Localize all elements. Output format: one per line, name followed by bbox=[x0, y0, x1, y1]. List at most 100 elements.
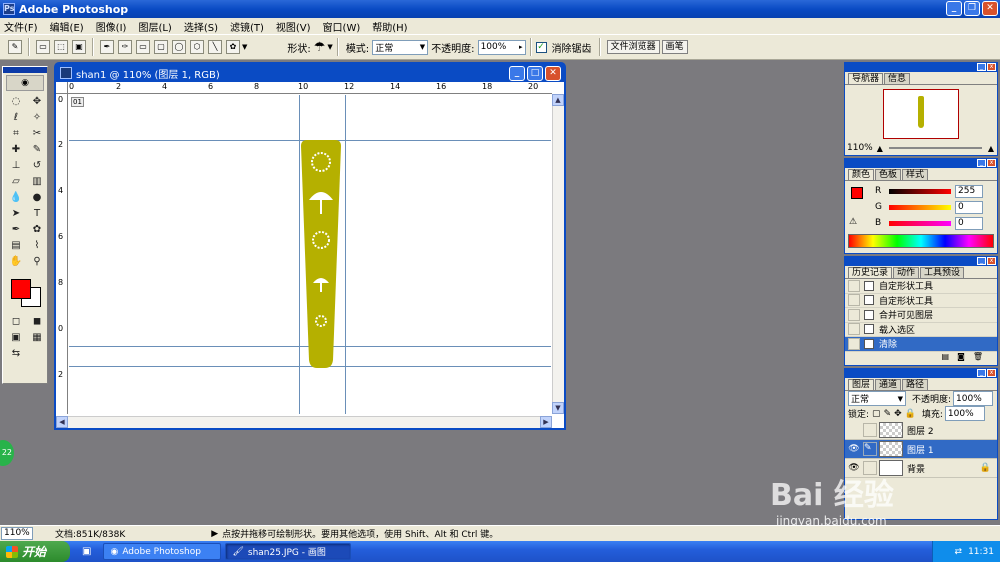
layer-link-toggle[interactable] bbox=[863, 423, 877, 437]
navigator-zoom-slider[interactable] bbox=[888, 147, 982, 149]
tab-styles[interactable]: 样式 bbox=[902, 169, 929, 180]
horizontal-ruler[interactable]: 0 2 4 6 8 10 12 14 16 18 20 bbox=[68, 82, 552, 94]
chevron-down-icon[interactable]: ▼ bbox=[327, 43, 332, 51]
floating-badge-icon[interactable]: 22 bbox=[0, 440, 14, 466]
history-item-selected[interactable]: 清除 bbox=[845, 337, 997, 352]
tray-network-icon[interactable]: ⇄ bbox=[955, 547, 963, 557]
brushes-tab[interactable]: 画笔 bbox=[661, 40, 688, 54]
eraser-tool-icon[interactable]: ▱ bbox=[7, 175, 25, 189]
fill-pixels-icon[interactable]: ▣ bbox=[72, 40, 86, 54]
menu-select[interactable]: 选择(S) bbox=[184, 19, 218, 34]
custom-shape-tool-icon[interactable]: ✿ bbox=[28, 223, 46, 237]
visibility-toggle[interactable] bbox=[847, 423, 861, 437]
adobe-logo-icon[interactable]: ◉ bbox=[6, 75, 44, 91]
tab-swatches[interactable]: 色板 bbox=[875, 169, 902, 180]
marquee-tool-icon[interactable]: ◌ bbox=[7, 95, 25, 109]
r-slider[interactable] bbox=[889, 188, 951, 194]
custom-shape-icon[interactable]: ✿ bbox=[226, 40, 240, 54]
tab-color[interactable]: 颜色 bbox=[848, 169, 875, 180]
rounded-rectangle-icon[interactable]: ▢ bbox=[154, 40, 168, 54]
status-zoom-input[interactable]: 110% bbox=[1, 527, 33, 540]
history-item[interactable]: 自定形状工具 bbox=[845, 279, 997, 294]
palette-close-icon[interactable]: x bbox=[987, 369, 996, 377]
scroll-down-icon[interactable]: ▼ bbox=[552, 402, 564, 414]
tab-layers[interactable]: 图层 bbox=[848, 379, 875, 390]
menu-filter[interactable]: 滤镜(T) bbox=[230, 19, 264, 34]
history-snapshot-box[interactable] bbox=[848, 323, 860, 336]
move-tool-icon[interactable]: ✥ bbox=[28, 95, 46, 109]
lasso-tool-icon[interactable]: ℓ bbox=[7, 111, 25, 125]
path-selection-tool-icon[interactable]: ➤ bbox=[7, 207, 25, 221]
zoom-tool-icon[interactable]: ⚲ bbox=[28, 255, 46, 269]
minimize-button[interactable]: _ bbox=[946, 1, 962, 16]
color-swatches[interactable] bbox=[7, 277, 43, 307]
shape-layers-icon[interactable]: ▭ bbox=[36, 40, 50, 54]
tool-preset-icon[interactable]: ✎ bbox=[8, 40, 22, 54]
image-canvas[interactable]: 01 bbox=[69, 95, 551, 414]
clock[interactable]: 11:31 bbox=[968, 547, 994, 557]
tab-info[interactable]: 信息 bbox=[884, 73, 911, 84]
chevron-down-icon[interactable]: ▼ bbox=[242, 43, 247, 51]
history-item[interactable]: 合并可见图层 bbox=[845, 308, 997, 323]
gamut-warning-icon[interactable]: ⚠ bbox=[849, 217, 857, 227]
brush-tool-icon[interactable]: ✎ bbox=[28, 143, 46, 157]
mode-select[interactable]: 正常 ▼ bbox=[372, 39, 429, 55]
color-fg-swatch[interactable] bbox=[851, 187, 863, 199]
blur-tool-icon[interactable]: 💧 bbox=[7, 191, 25, 205]
tab-history[interactable]: 历史记录 bbox=[848, 267, 893, 278]
clone-stamp-tool-icon[interactable]: ⊥ bbox=[7, 159, 25, 173]
palette-close-icon[interactable]: x bbox=[987, 257, 996, 265]
crop-tool-icon[interactable]: ⌗ bbox=[7, 127, 25, 141]
eye-icon[interactable]: 👁 bbox=[847, 442, 861, 456]
new-document-icon[interactable]: ▤ bbox=[942, 352, 950, 362]
layer-opacity-input[interactable]: 100% bbox=[953, 391, 994, 406]
type-tool-icon[interactable]: T bbox=[28, 207, 46, 221]
layer-row-selected[interactable]: 👁 ✎ 图层 1 bbox=[845, 440, 997, 459]
vertical-scrollbar[interactable]: ▲ ▼ bbox=[552, 94, 564, 414]
scroll-up-icon[interactable]: ▲ bbox=[552, 94, 564, 106]
layer-blend-mode-select[interactable]: 正常 ▼ bbox=[848, 391, 906, 406]
b-input[interactable]: 0 bbox=[955, 216, 983, 230]
r-input[interactable]: 255 bbox=[955, 184, 983, 198]
history-brush-tool-icon[interactable]: ↺ bbox=[28, 159, 46, 173]
zoom-out-icon[interactable]: ▲ bbox=[877, 144, 883, 153]
antialias-checkbox[interactable]: ✓ bbox=[535, 41, 547, 53]
g-slider[interactable] bbox=[889, 204, 951, 210]
screen-mode-standard-icon[interactable]: ▣ bbox=[7, 331, 25, 345]
b-slider[interactable] bbox=[889, 220, 951, 226]
taskbar-item-paint[interactable]: 🖌 shan25.JPG - 画图 bbox=[225, 543, 352, 560]
tab-actions[interactable]: 动作 bbox=[893, 267, 920, 278]
vertical-ruler[interactable]: 0 2 4 6 8 0 2 bbox=[56, 94, 68, 414]
quick-mask-icon[interactable]: ◼ bbox=[28, 315, 46, 329]
menu-edit[interactable]: 编辑(E) bbox=[50, 19, 84, 34]
slice-tool-icon[interactable]: ✂ bbox=[28, 127, 46, 141]
doc-maximize-button[interactable]: □ bbox=[527, 66, 543, 81]
palette-minimize-icon[interactable]: _ bbox=[977, 159, 986, 167]
history-item[interactable]: 自定形状工具 bbox=[845, 294, 997, 308]
tab-channels[interactable]: 通道 bbox=[875, 379, 902, 390]
fill-input[interactable]: 100% bbox=[944, 406, 985, 421]
snapshot-icon[interactable]: ◙ bbox=[957, 352, 965, 362]
gradient-tool-icon[interactable]: ▥ bbox=[28, 175, 46, 189]
file-browser-tab[interactable]: 文件浏览器 bbox=[606, 40, 660, 54]
lock-position-icon[interactable]: ✥ bbox=[894, 409, 902, 419]
polygon-icon[interactable]: ⬡ bbox=[190, 40, 204, 54]
palette-close-icon[interactable]: x bbox=[987, 159, 996, 167]
jump-to-imageready-icon[interactable]: ⇆ bbox=[7, 347, 25, 361]
palette-header[interactable]: _ x bbox=[845, 159, 997, 168]
ruler-origin[interactable] bbox=[56, 82, 68, 94]
history-snapshot-box[interactable] bbox=[848, 279, 860, 292]
tool-palette-header[interactable] bbox=[3, 67, 47, 73]
freeform-pen-icon[interactable]: ✑ bbox=[118, 40, 132, 54]
line-icon[interactable]: ╲ bbox=[208, 40, 222, 54]
palette-header[interactable]: _ x bbox=[845, 63, 997, 72]
rectangle-icon[interactable]: ▭ bbox=[136, 40, 150, 54]
document-size-info[interactable]: 文档:851K/838K bbox=[55, 527, 125, 540]
layer-row[interactable]: 图层 2 bbox=[845, 421, 997, 440]
pen-tool-icon[interactable]: ✒ bbox=[7, 223, 25, 237]
taskbar-item-photoshop[interactable]: ◉ Adobe Photoshop bbox=[103, 543, 222, 560]
history-item[interactable]: 载入选区 bbox=[845, 323, 997, 337]
foreground-color-swatch[interactable] bbox=[11, 279, 31, 299]
tab-tool-presets[interactable]: 工具预设 bbox=[920, 267, 965, 278]
screen-mode-full-icon[interactable]: ▦ bbox=[28, 331, 46, 345]
